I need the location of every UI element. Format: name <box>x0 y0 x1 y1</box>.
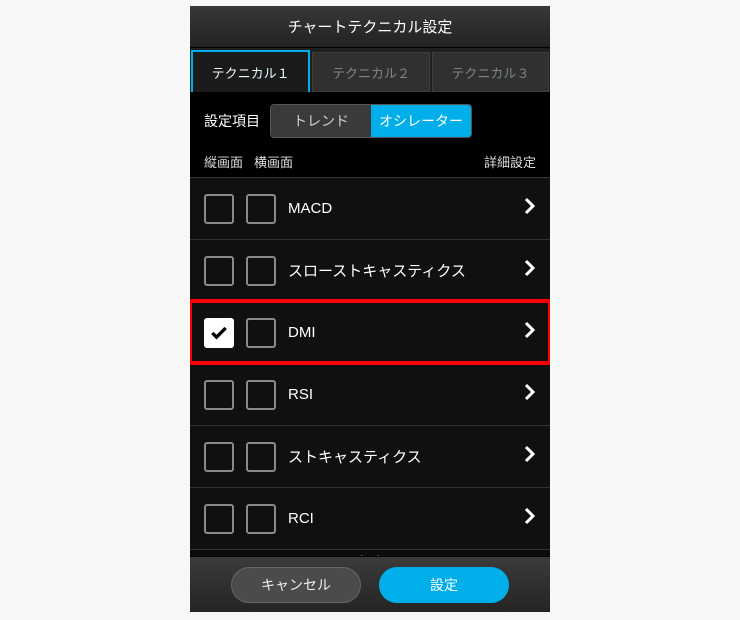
indicator-label: ストキャスティクス <box>288 446 524 467</box>
tab-technical-1[interactable]: テクニカル１ <box>191 50 310 92</box>
landscape-checkbox[interactable] <box>246 256 276 286</box>
chevron-right-icon <box>524 445 536 468</box>
column-portrait: 縦画面 <box>204 152 254 171</box>
chevron-right-icon <box>524 383 536 406</box>
chevron-right-icon <box>524 321 536 344</box>
indicator-label: スローストキャスティクス <box>288 260 524 281</box>
segment-label: オシレーター <box>379 111 463 131</box>
tab-technical-3[interactable]: テクニカル３ <box>432 52 549 92</box>
indicator-row[interactable]: RCI <box>190 487 550 549</box>
indicator-label: MACD <box>288 200 524 217</box>
tab-technical-2[interactable]: テクニカル２ <box>312 52 429 92</box>
button-label: 設定 <box>430 575 458 595</box>
portrait-checkbox[interactable] <box>204 442 234 472</box>
indicator-type-segmented: トレンド オシレーター <box>270 104 472 138</box>
column-detail: 詳細設定 <box>484 152 536 171</box>
segment-trend[interactable]: トレンド <box>271 105 371 137</box>
portrait-checkbox[interactable] <box>204 380 234 410</box>
indicator-row[interactable]: RSI <box>190 363 550 425</box>
ok-button[interactable]: 設定 <box>379 567 509 603</box>
column-header: 縦画面 横画面 詳細設定 <box>190 148 550 177</box>
indicator-row[interactable]: DMI <box>190 301 550 363</box>
chevron-down-icon[interactable] <box>190 549 550 556</box>
landscape-checkbox[interactable] <box>246 318 276 348</box>
indicator-row[interactable]: ストキャスティクス <box>190 425 550 487</box>
button-label: キャンセル <box>261 575 331 595</box>
landscape-checkbox[interactable] <box>246 442 276 472</box>
page-title: チャートテクニカル設定 <box>190 6 550 48</box>
landscape-checkbox[interactable] <box>246 194 276 224</box>
settings-row: 設定項目 トレンド オシレーター <box>190 92 550 148</box>
landscape-checkbox[interactable] <box>246 504 276 534</box>
indicator-label: RSI <box>288 386 524 403</box>
tab-label: テクニカル１ <box>212 63 290 82</box>
chevron-right-icon <box>524 259 536 282</box>
footer: キャンセル 設定 <box>190 556 550 612</box>
indicator-row[interactable]: スローストキャスティクス <box>190 239 550 301</box>
technical-tabs: テクニカル１ テクニカル２ テクニカル３ <box>190 48 550 92</box>
indicator-list: MACD スローストキャスティクス DMI RSI <box>190 177 550 556</box>
tab-label: テクニカル３ <box>451 63 529 82</box>
indicator-label: RCI <box>288 510 524 527</box>
portrait-checkbox[interactable] <box>204 194 234 224</box>
indicator-row[interactable]: MACD <box>190 177 550 239</box>
indicator-label: DMI <box>288 324 524 341</box>
cancel-button[interactable]: キャンセル <box>231 567 361 603</box>
segment-label: トレンド <box>293 111 349 131</box>
chevron-right-icon <box>524 197 536 220</box>
landscape-checkbox[interactable] <box>246 380 276 410</box>
portrait-checkbox[interactable] <box>204 504 234 534</box>
column-landscape: 横画面 <box>254 152 314 171</box>
portrait-checkbox[interactable] <box>204 256 234 286</box>
settings-label: 設定項目 <box>204 111 260 131</box>
tab-label: テクニカル２ <box>332 63 410 82</box>
portrait-checkbox[interactable] <box>204 318 234 348</box>
chevron-right-icon <box>524 507 536 530</box>
segment-oscillator[interactable]: オシレーター <box>371 105 471 137</box>
phone-panel: チャートテクニカル設定 テクニカル１ テクニカル２ テクニカル３ 設定項目 トレ… <box>190 6 550 612</box>
